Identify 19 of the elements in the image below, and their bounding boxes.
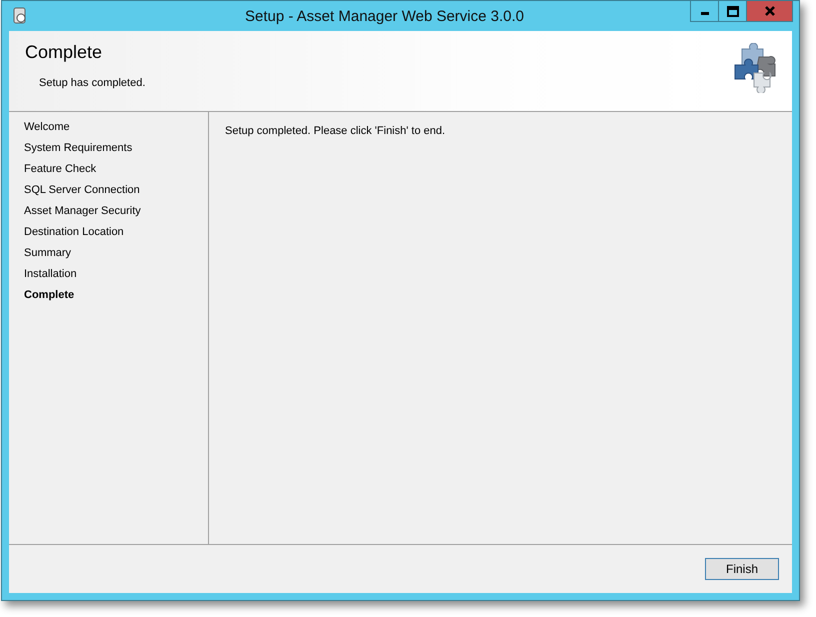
status-message: Setup completed. Please click 'Finish' to end.: [225, 125, 446, 137]
maximize-icon: [726, 6, 738, 16]
page-subtitle: Setup has completed.: [39, 77, 146, 89]
page-title: Complete: [25, 42, 104, 63]
step-item: Installation: [24, 268, 78, 282]
step-item: Destination Location: [24, 226, 125, 240]
step-item: Feature Check: [24, 163, 98, 177]
close-icon: [764, 5, 776, 17]
step-item: Asset Manager Security: [24, 205, 142, 219]
step-item: Welcome: [24, 121, 71, 135]
step-item: Summary: [24, 247, 72, 261]
window-title: Setup - Asset Manager Web Service 3.0.0: [244, 8, 526, 24]
step-item: SQL Server Connection: [24, 184, 141, 198]
step-item: Complete: [24, 289, 76, 303]
installer-icon: [12, 7, 28, 25]
finish-button[interactable]: Finish: [705, 558, 779, 580]
step-item: System Requirements: [24, 142, 134, 156]
close-button[interactable]: [746, 1, 793, 22]
minimize-button[interactable]: [690, 1, 719, 22]
